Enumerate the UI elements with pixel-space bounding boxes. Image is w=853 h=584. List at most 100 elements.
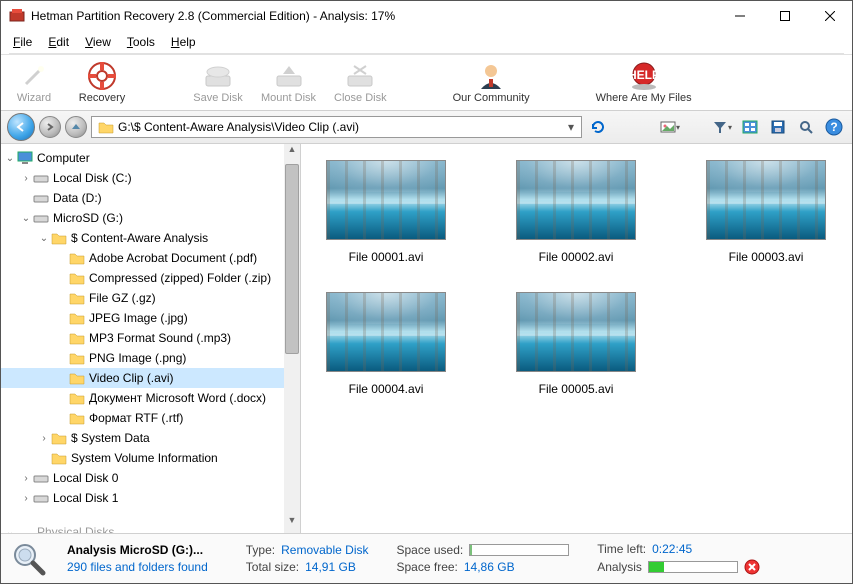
file-view[interactable]: File 00001.avi File 00002.avi File 00003… xyxy=(301,144,852,533)
tree-gz[interactable]: File GZ (.gz) xyxy=(1,288,284,308)
tree-jpeg[interactable]: JPEG Image (.jpg) xyxy=(1,308,284,328)
statusbar: Analysis MicroSD (G:)... 290 files and f… xyxy=(1,533,852,583)
close-button[interactable] xyxy=(807,1,852,31)
mount-disk-button[interactable]: Mount Disk xyxy=(261,61,316,104)
folder-icon xyxy=(69,370,85,386)
computer-icon xyxy=(17,150,33,166)
minimize-button[interactable] xyxy=(717,1,762,31)
file-item[interactable]: File 00002.avi xyxy=(501,160,651,264)
folder-tree[interactable]: ⌄Computer ›Local Disk (C:) Data (D:) ⌄Mi… xyxy=(1,144,284,533)
address-input[interactable] xyxy=(118,120,563,134)
magnifier-icon xyxy=(9,539,49,579)
tree-zip[interactable]: Compressed (zipped) Folder (.zip) xyxy=(1,268,284,288)
video-thumbnail xyxy=(706,160,826,240)
titlebar: Hetman Partition Recovery 2.8 (Commercia… xyxy=(1,1,852,31)
close-disk-button[interactable]: Close Disk xyxy=(334,61,387,104)
address-field[interactable]: ▾ xyxy=(91,116,582,138)
file-item[interactable]: File 00004.avi xyxy=(311,292,461,396)
toolbar: Wizard Recovery Save Disk Mount Disk Clo… xyxy=(1,54,852,110)
save-disk-button[interactable]: Save Disk xyxy=(193,61,243,104)
view-image-button[interactable]: ▾ xyxy=(658,115,682,139)
tree-rtf[interactable]: Формат RTF (.rtf) xyxy=(1,408,284,428)
video-thumbnail xyxy=(516,160,636,240)
drive-icon xyxy=(33,190,49,206)
tree-pane: ⌄Computer ›Local Disk (C:) Data (D:) ⌄Mi… xyxy=(1,144,301,533)
up-button[interactable] xyxy=(65,116,87,138)
tree-png[interactable]: PNG Image (.png) xyxy=(1,348,284,368)
folder-icon xyxy=(69,330,85,346)
tree-svi[interactable]: System Volume Information xyxy=(1,448,284,468)
folder-icon xyxy=(69,290,85,306)
video-thumbnail xyxy=(326,292,446,372)
file-item[interactable]: File 00001.avi xyxy=(311,160,461,264)
disk-close-icon xyxy=(345,61,375,91)
tree-physical-disks[interactable]: ⌄Physical Disks xyxy=(1,522,284,533)
drive-icon xyxy=(33,210,49,226)
tree-docx[interactable]: Документ Microsoft Word (.docx) xyxy=(1,388,284,408)
folder-icon xyxy=(98,119,114,135)
tree-local-disk-1[interactable]: ›Local Disk 1 xyxy=(1,488,284,508)
folder-icon xyxy=(69,270,85,286)
wand-icon xyxy=(19,61,49,91)
tree-local-disk-0[interactable]: ›Local Disk 0 xyxy=(1,468,284,488)
folder-icon xyxy=(69,310,85,326)
wizard-button[interactable]: Wizard xyxy=(9,61,59,104)
tree-sysdata[interactable]: ›$ System Data xyxy=(1,428,284,448)
status-analysis-title: Analysis MicroSD (G:)... xyxy=(67,543,208,557)
refresh-button[interactable] xyxy=(586,115,610,139)
menu-view[interactable]: View xyxy=(79,33,117,51)
menu-help[interactable]: Help xyxy=(165,33,202,51)
app-icon xyxy=(9,8,25,24)
recovery-button[interactable]: Recovery xyxy=(77,61,127,104)
file-item[interactable]: File 00003.avi xyxy=(691,160,841,264)
menu-edit[interactable]: Edit xyxy=(42,33,75,51)
disk-save-icon xyxy=(203,61,233,91)
status-files-found: 290 files and folders found xyxy=(67,560,208,574)
disk-mount-icon xyxy=(274,61,304,91)
video-thumbnail xyxy=(326,160,446,240)
address-bar: ▾ ▾ ▾ ? xyxy=(1,110,852,144)
maximize-button[interactable] xyxy=(762,1,807,31)
search-button[interactable] xyxy=(794,115,818,139)
svg-text:?: ? xyxy=(830,120,837,134)
cancel-analysis-button[interactable] xyxy=(744,559,760,575)
svg-text:HELP: HELP xyxy=(629,68,659,82)
where-files-button[interactable]: HELP Where Are My Files xyxy=(596,61,692,104)
back-button[interactable] xyxy=(7,113,35,141)
menubar: File Edit View Tools Help xyxy=(1,31,852,53)
window-title: Hetman Partition Recovery 2.8 (Commercia… xyxy=(31,9,717,23)
person-icon xyxy=(476,61,506,91)
drive-icon xyxy=(33,170,49,186)
address-dropdown[interactable]: ▾ xyxy=(563,120,579,134)
main-area: ⌄Computer ›Local Disk (C:) Data (D:) ⌄Mi… xyxy=(1,144,852,533)
video-thumbnail xyxy=(516,292,636,372)
tree-content-aware[interactable]: ⌄$ Content-Aware Analysis xyxy=(1,228,284,248)
tree-scrollbar[interactable]: ▲ ▼ xyxy=(284,144,300,533)
filter-button[interactable]: ▾ xyxy=(710,115,734,139)
tree-avi[interactable]: Video Clip (.avi) xyxy=(1,368,284,388)
menu-file[interactable]: File xyxy=(7,33,38,51)
tree-data-d[interactable]: Data (D:) xyxy=(1,188,284,208)
view-thumbs-button[interactable] xyxy=(738,115,762,139)
drive-icon xyxy=(33,470,49,486)
forward-button[interactable] xyxy=(39,116,61,138)
folder-icon xyxy=(69,250,85,266)
space-used-bar xyxy=(469,544,569,556)
tree-pdf[interactable]: Adobe Acrobat Document (.pdf) xyxy=(1,248,284,268)
tree-root-computer[interactable]: ⌄Computer xyxy=(1,148,284,168)
menu-tools[interactable]: Tools xyxy=(121,33,161,51)
help-button[interactable]: ? xyxy=(822,115,846,139)
file-item[interactable]: File 00005.avi xyxy=(501,292,651,396)
drive-icon xyxy=(33,490,49,506)
folder-icon xyxy=(51,230,67,246)
save-button[interactable] xyxy=(766,115,790,139)
analysis-progress-bar xyxy=(648,561,738,573)
folder-icon xyxy=(51,430,67,446)
folder-icon xyxy=(69,410,85,426)
tree-mp3[interactable]: MP3 Format Sound (.mp3) xyxy=(1,328,284,348)
community-button[interactable]: Our Community xyxy=(453,61,530,104)
tree-local-c[interactable]: ›Local Disk (C:) xyxy=(1,168,284,188)
lifebuoy-icon xyxy=(87,61,117,91)
tree-microsd[interactable]: ⌄MicroSD (G:) xyxy=(1,208,284,228)
folder-icon xyxy=(69,390,85,406)
